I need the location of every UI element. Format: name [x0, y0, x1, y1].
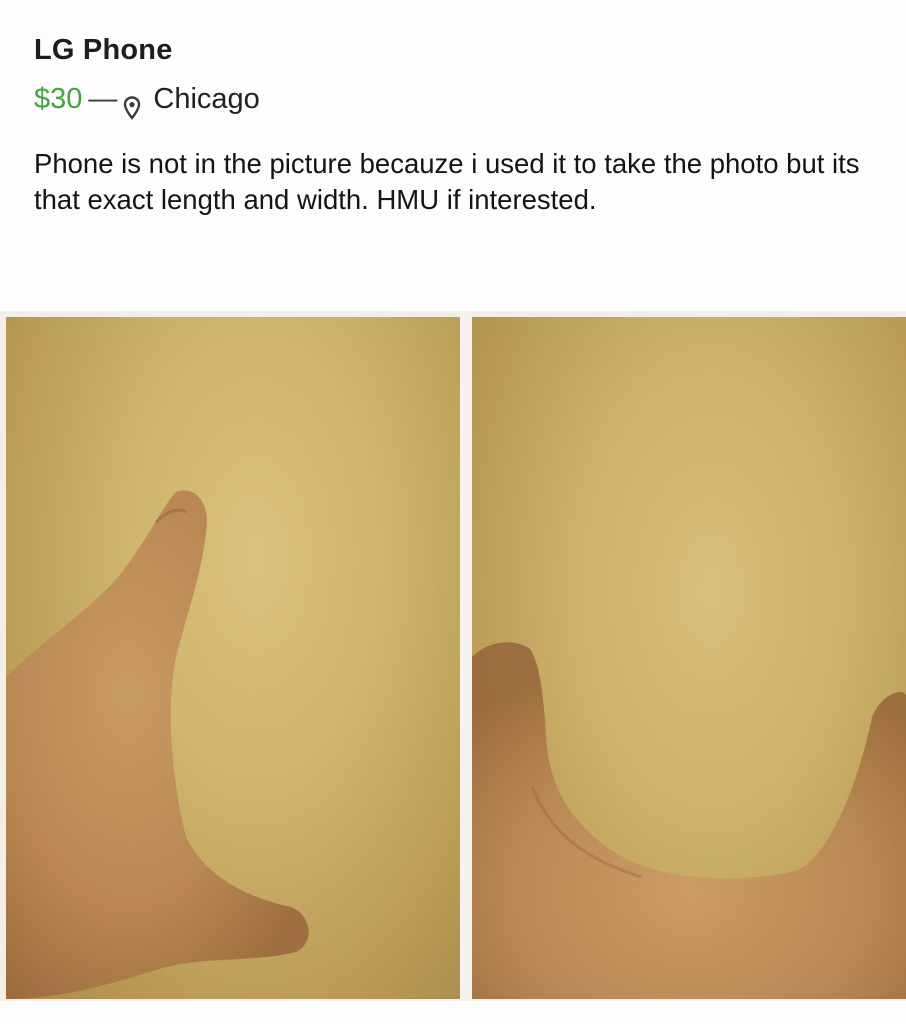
listing-photo-2[interactable] [472, 317, 906, 999]
listing-header: LG Phone $30 — Chicago Phone is not in t… [34, 26, 866, 218]
listing-meta: $30 — Chicago [34, 74, 866, 124]
listing-price: $30 [34, 83, 83, 115]
listing-title[interactable]: LG Phone [34, 26, 866, 74]
photo-divider [460, 311, 472, 1001]
marketplace-listing: LG Phone $30 — Chicago Phone is not in t… [0, 0, 906, 1024]
listing-photos [0, 311, 906, 1001]
map-pin-icon [123, 86, 141, 120]
listing-photo-1[interactable] [6, 317, 460, 999]
listing-description: Phone is not in the picture becauze i us… [34, 148, 860, 215]
listing-location[interactable]: Chicago [153, 74, 259, 124]
meta-separator: — [88, 83, 118, 115]
